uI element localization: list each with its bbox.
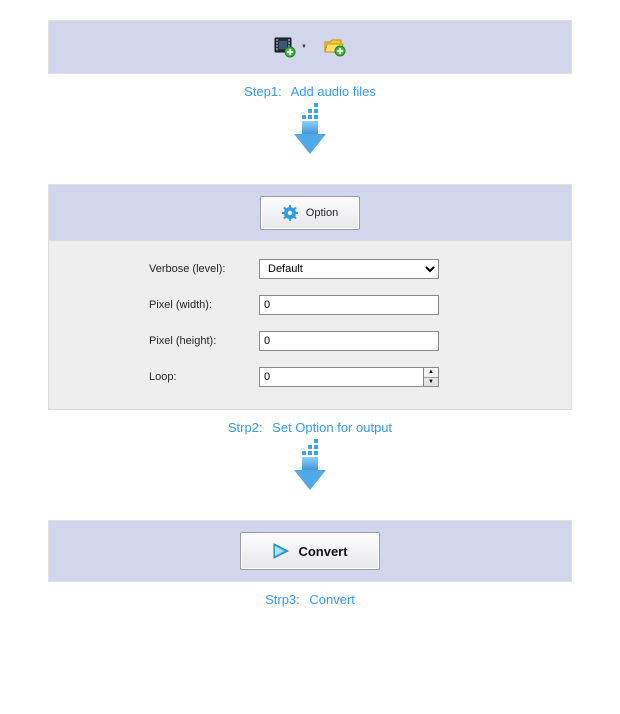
step1-caption-text: Add audio files — [291, 84, 376, 99]
loop-spinner[interactable]: ▲ ▼ — [423, 367, 439, 387]
convert-button[interactable]: Convert — [240, 532, 380, 570]
pixel-width-input[interactable] — [259, 295, 439, 315]
loop-input[interactable] — [259, 367, 423, 387]
step1-toolbar: ▼ — [48, 20, 572, 74]
step3-caption: Strp3: Convert — [48, 592, 572, 607]
arrow-down-icon — [48, 103, 572, 154]
loop-spin-down[interactable]: ▼ — [424, 378, 438, 387]
step2-form: Verbose (level): Default Pixel (width): … — [48, 240, 572, 410]
step2-header: Option — [48, 184, 572, 240]
play-icon — [272, 543, 290, 559]
step2-caption: Strp2: Set Option for output — [48, 420, 572, 435]
add-video-icon[interactable] — [273, 35, 297, 59]
loop-spin-up[interactable]: ▲ — [424, 368, 438, 378]
step3-caption-text: Convert — [309, 592, 355, 607]
option-button-label: Option — [306, 207, 338, 219]
verbose-label: Verbose (level): — [149, 263, 259, 275]
option-button[interactable]: Option — [260, 196, 360, 230]
loop-label: Loop: — [149, 371, 259, 383]
pixel-height-input[interactable] — [259, 331, 439, 351]
add-folder-icon[interactable] — [323, 35, 347, 59]
pixel-width-label: Pixel (width): — [149, 299, 259, 311]
gear-icon — [282, 205, 298, 221]
arrow-down-icon — [48, 439, 572, 490]
step2-panel: Option Verbose (level): Default Pixel (w… — [48, 184, 572, 410]
verbose-select[interactable]: Default — [259, 259, 439, 279]
convert-button-label: Convert — [298, 544, 347, 559]
step3-panel: Convert — [48, 520, 572, 582]
step1-caption-label: Step1: — [244, 84, 282, 99]
step1-caption: Step1: Add audio files — [48, 84, 572, 99]
add-video-dropdown[interactable]: ▼ — [299, 44, 309, 50]
step2-caption-text: Set Option for output — [272, 420, 392, 435]
step3-caption-label: Strp3: — [265, 592, 300, 607]
pixel-height-label: Pixel (height): — [149, 335, 259, 347]
step2-caption-label: Strp2: — [228, 420, 263, 435]
